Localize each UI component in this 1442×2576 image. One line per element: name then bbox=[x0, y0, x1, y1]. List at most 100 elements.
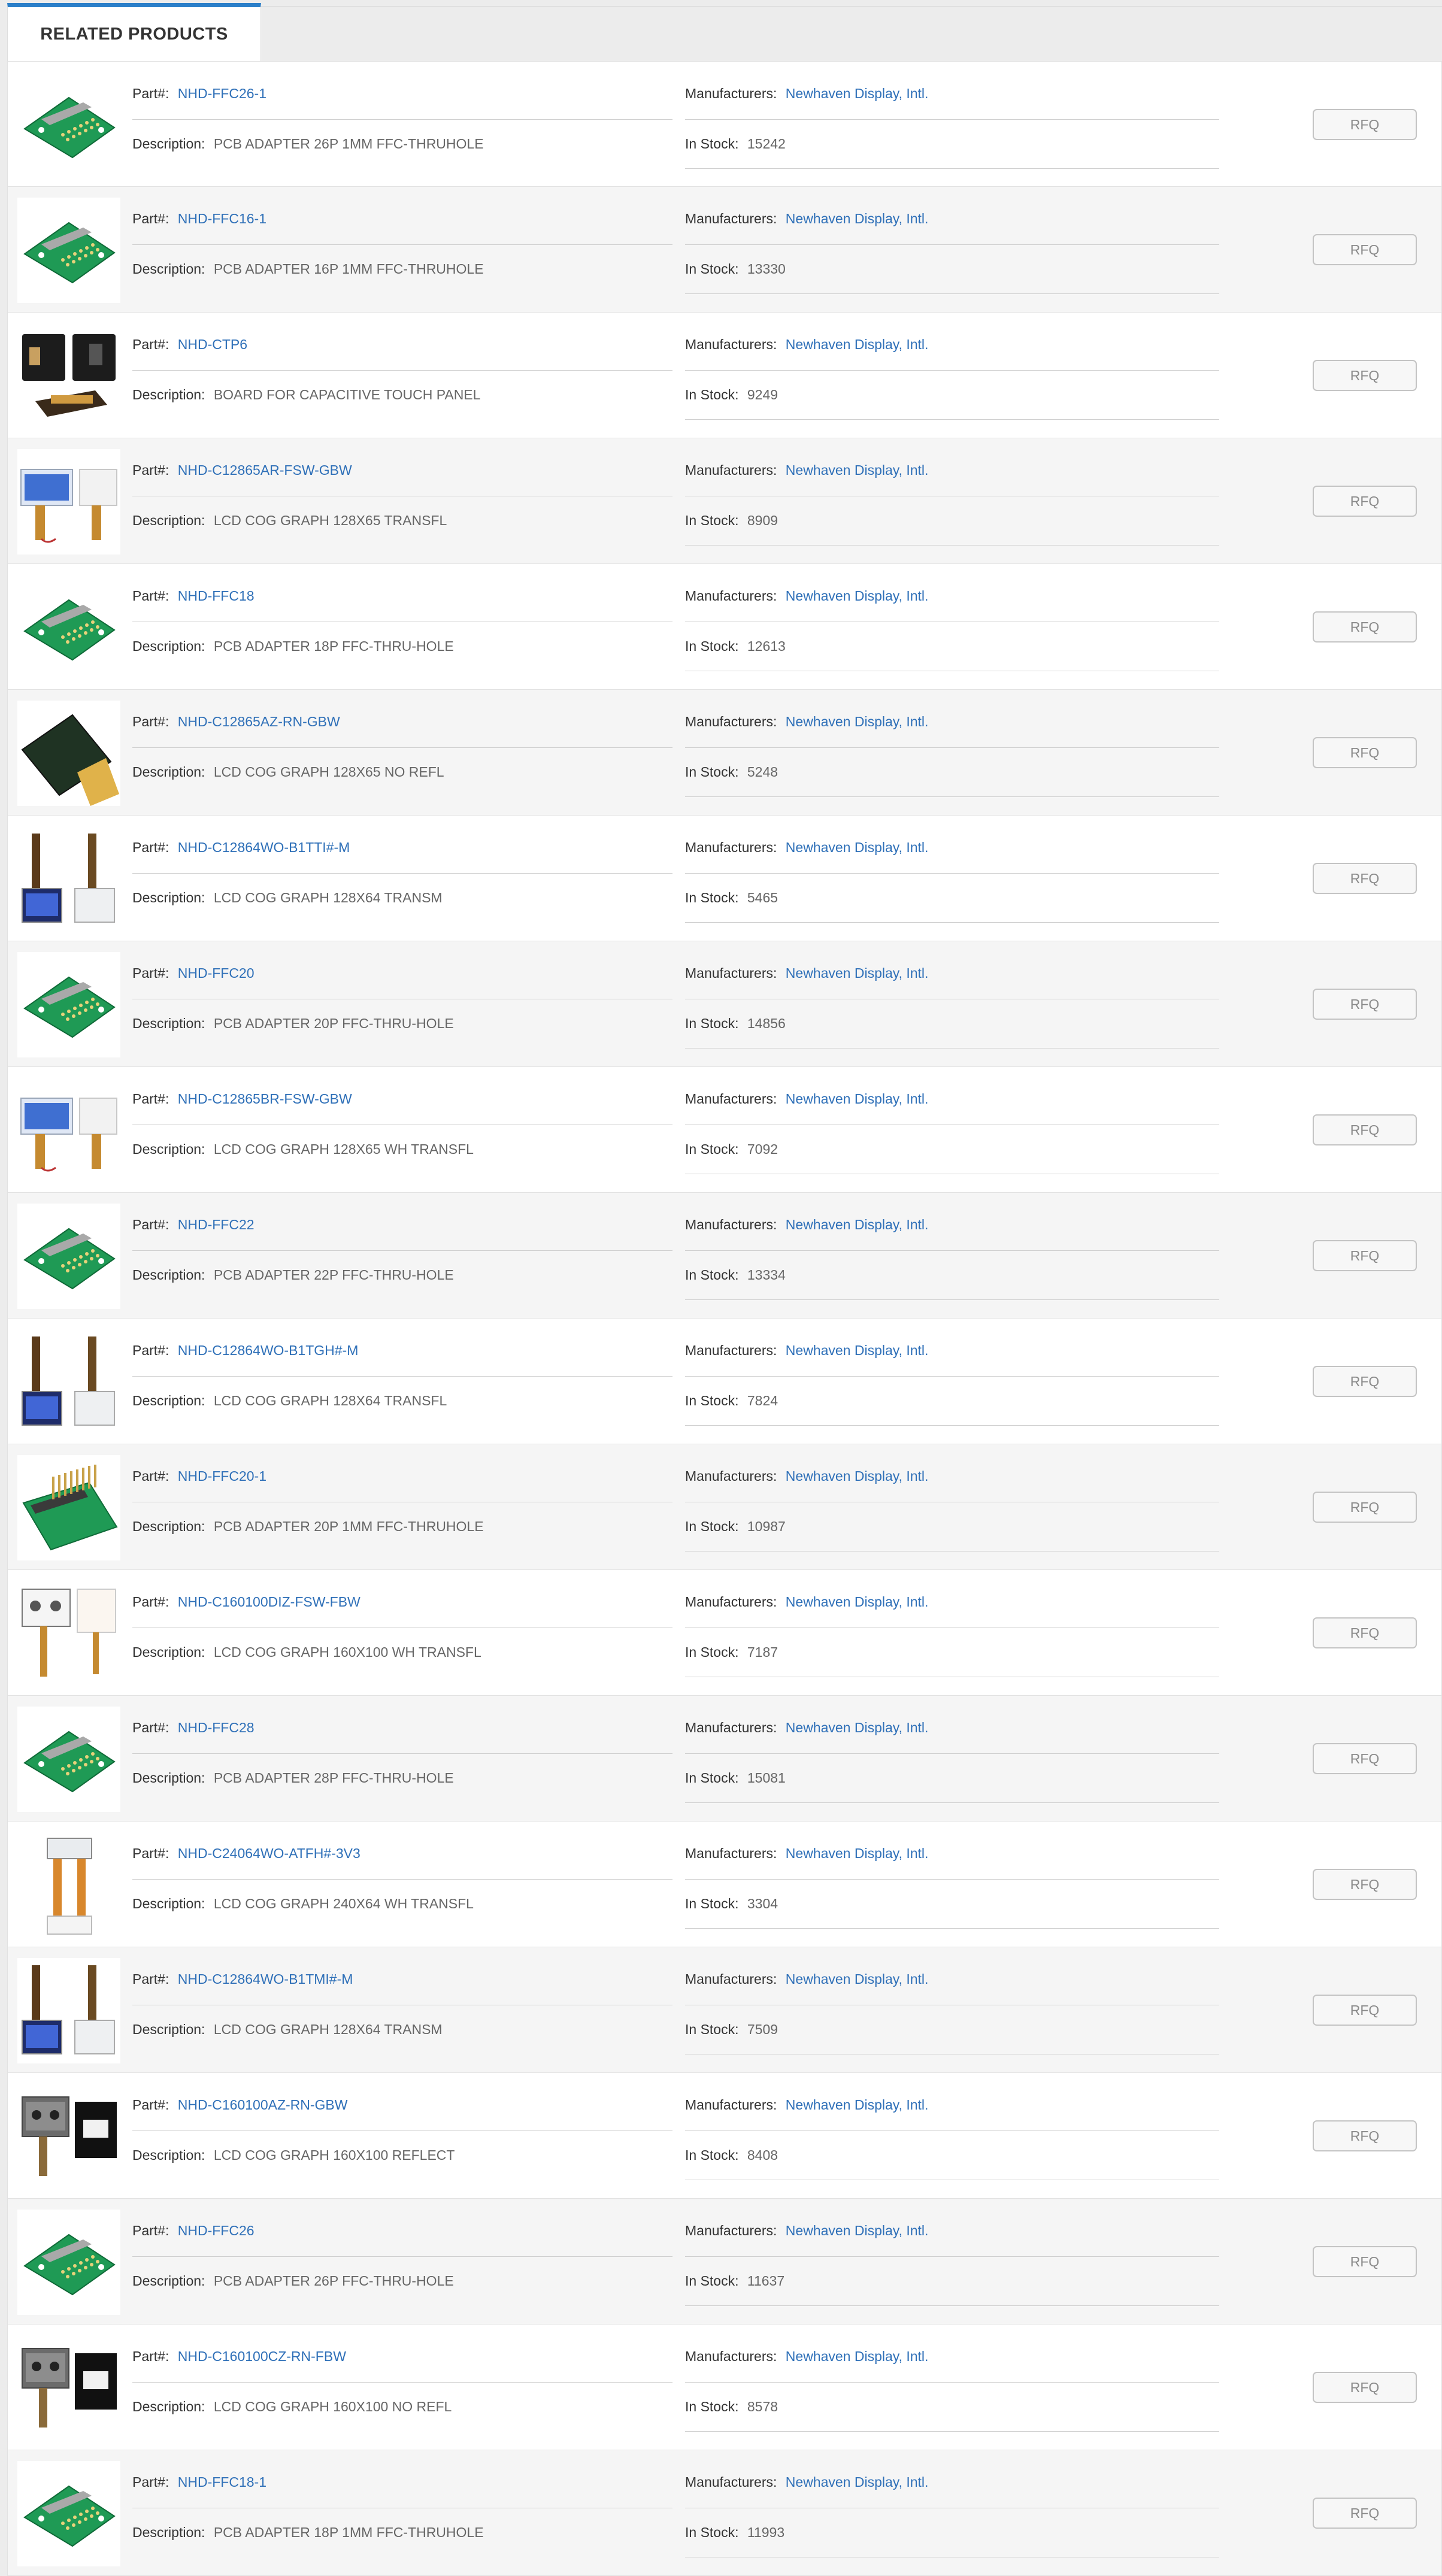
manufacturer-link[interactable]: Newhaven Display, Intl. bbox=[786, 86, 929, 101]
part-number-link[interactable]: NHD-C12865AZ-RN-GBW bbox=[178, 714, 340, 729]
manufacturer-link[interactable]: Newhaven Display, Intl. bbox=[786, 1217, 929, 1232]
product-thumbnail[interactable] bbox=[17, 1958, 120, 2063]
rfq-button[interactable]: RFQ bbox=[1313, 1869, 1417, 1900]
manufacturer-link[interactable]: Newhaven Display, Intl. bbox=[786, 588, 929, 604]
rfq-button[interactable]: RFQ bbox=[1313, 1114, 1417, 1145]
manufacturer-link[interactable]: Newhaven Display, Intl. bbox=[786, 2097, 929, 2113]
product-thumbnail[interactable] bbox=[17, 1707, 120, 1812]
part-field: Part#: NHD-C24064WO-ATFH#-3V3 bbox=[132, 1845, 360, 1862]
rfq-button[interactable]: RFQ bbox=[1313, 1366, 1417, 1397]
product-thumbnail[interactable] bbox=[17, 952, 120, 1057]
rfq-button[interactable]: RFQ bbox=[1313, 234, 1417, 265]
rfq-button[interactable]: RFQ bbox=[1313, 611, 1417, 643]
rfq-button[interactable]: RFQ bbox=[1313, 1743, 1417, 1774]
product-thumbnail[interactable] bbox=[17, 72, 120, 178]
part-number-link[interactable]: NHD-FFC18 bbox=[178, 588, 255, 604]
manufacturer-field: Manufacturers: Newhaven Display, Intl. bbox=[685, 211, 928, 227]
rfq-button[interactable]: RFQ bbox=[1313, 1995, 1417, 2026]
product-thumbnail[interactable] bbox=[17, 2461, 120, 2566]
stock-value: 11637 bbox=[747, 2273, 785, 2289]
product-thumbnail[interactable] bbox=[17, 2084, 120, 2189]
description-value: PCB ADAPTER 20P 1MM FFC-THRUHOLE bbox=[213, 1519, 484, 1534]
part-number-link[interactable]: NHD-C12864WO-B1TMI#-M bbox=[178, 1971, 353, 1987]
rfq-button[interactable]: RFQ bbox=[1313, 2372, 1417, 2403]
part-number-link[interactable]: NHD-FFC16-1 bbox=[178, 211, 266, 226]
rfq-button[interactable]: RFQ bbox=[1313, 360, 1417, 391]
manufacturer-link[interactable]: Newhaven Display, Intl. bbox=[786, 1468, 929, 1484]
manufacturer-link[interactable]: Newhaven Display, Intl. bbox=[786, 714, 929, 729]
rfq-button[interactable]: RFQ bbox=[1313, 1617, 1417, 1648]
rfq-button[interactable]: RFQ bbox=[1313, 2246, 1417, 2277]
part-number-link[interactable]: NHD-C160100CZ-RN-FBW bbox=[178, 2348, 346, 2364]
part-number-link[interactable]: NHD-FFC26-1 bbox=[178, 86, 266, 101]
manufacturer-link[interactable]: Newhaven Display, Intl. bbox=[786, 840, 929, 855]
rfq-button[interactable]: RFQ bbox=[1313, 1492, 1417, 1523]
manufacturer-link[interactable]: Newhaven Display, Intl. bbox=[786, 337, 929, 352]
product-thumbnail[interactable] bbox=[17, 198, 120, 303]
stock-label: In Stock: bbox=[685, 2399, 739, 2414]
rfq-button[interactable]: RFQ bbox=[1313, 486, 1417, 517]
rfq-button[interactable]: RFQ bbox=[1313, 2498, 1417, 2529]
product-thumbnail[interactable] bbox=[17, 826, 120, 932]
product-thumbnail[interactable] bbox=[17, 701, 120, 806]
manufacturer-link[interactable]: Newhaven Display, Intl. bbox=[786, 1091, 929, 1107]
manufacturer-link[interactable]: Newhaven Display, Intl. bbox=[786, 211, 929, 226]
part-number-link[interactable]: NHD-C160100AZ-RN-GBW bbox=[178, 2097, 348, 2113]
description-label: Description: bbox=[132, 1519, 205, 1534]
product-thumbnail[interactable] bbox=[17, 323, 120, 429]
product-thumbnail[interactable] bbox=[17, 449, 120, 554]
manufacturer-link[interactable]: Newhaven Display, Intl. bbox=[786, 2474, 929, 2490]
manufacturer-link[interactable]: Newhaven Display, Intl. bbox=[786, 965, 929, 981]
manufacturer-link[interactable]: Newhaven Display, Intl. bbox=[786, 2223, 929, 2238]
product-thumbnail[interactable] bbox=[17, 1204, 120, 1309]
part-number-link[interactable]: NHD-FFC26 bbox=[178, 2223, 255, 2238]
stock-field: In Stock: 15081 bbox=[685, 1770, 786, 1786]
description-label: Description: bbox=[132, 1141, 205, 1157]
description-field: Description: PCB ADAPTER 26P 1MM FFC-THR… bbox=[132, 136, 484, 152]
manufacturer-field: Manufacturers: Newhaven Display, Intl. bbox=[685, 1468, 928, 1484]
product-thumbnail[interactable] bbox=[17, 1329, 120, 1435]
rfq-button[interactable]: RFQ bbox=[1313, 1240, 1417, 1271]
part-number-link[interactable]: NHD-C160100DIZ-FSW-FBW bbox=[178, 1594, 360, 1610]
part-number-link[interactable]: NHD-C12864WO-B1TGH#-M bbox=[178, 1342, 359, 1358]
part-number-link[interactable]: NHD-C12864WO-B1TTI#-M bbox=[178, 840, 350, 855]
manufacturer-link[interactable]: Newhaven Display, Intl. bbox=[786, 1720, 929, 1735]
part-number-link[interactable]: NHD-C12865BR-FSW-GBW bbox=[178, 1091, 352, 1107]
manufacturer-field: Manufacturers: Newhaven Display, Intl. bbox=[685, 1845, 928, 1862]
part-number-link[interactable]: NHD-C24064WO-ATFH#-3V3 bbox=[178, 1845, 360, 1861]
manufacturer-link[interactable]: Newhaven Display, Intl. bbox=[786, 2348, 929, 2364]
part-number-link[interactable]: NHD-C12865AR-FSW-GBW bbox=[178, 462, 352, 478]
part-field: Part#: NHD-FFC26-1 bbox=[132, 86, 266, 102]
product-thumbnail[interactable] bbox=[17, 2335, 120, 2441]
row-divider bbox=[685, 1753, 1219, 1754]
tab-related-products[interactable]: RELATED PRODUCTS bbox=[7, 3, 261, 61]
manufacturer-link[interactable]: Newhaven Display, Intl. bbox=[786, 1971, 929, 1987]
stock-field: In Stock: 8578 bbox=[685, 2399, 778, 2415]
part-number-link[interactable]: NHD-FFC20 bbox=[178, 965, 255, 981]
product-thumbnail[interactable] bbox=[17, 1832, 120, 1938]
product-thumbnail[interactable] bbox=[17, 575, 120, 680]
rfq-button[interactable]: RFQ bbox=[1313, 109, 1417, 140]
part-field: Part#: NHD-CTP6 bbox=[132, 337, 247, 353]
part-field: Part#: NHD-FFC18-1 bbox=[132, 2474, 266, 2490]
manufacturer-link[interactable]: Newhaven Display, Intl. bbox=[786, 1342, 929, 1358]
part-number-link[interactable]: NHD-FFC18-1 bbox=[178, 2474, 266, 2490]
product-thumbnail[interactable] bbox=[17, 1455, 120, 1560]
rfq-button[interactable]: RFQ bbox=[1313, 737, 1417, 768]
stock-value: 3304 bbox=[747, 1896, 778, 1911]
product-thumbnail[interactable] bbox=[17, 2210, 120, 2315]
part-number-link[interactable]: NHD-CTP6 bbox=[178, 337, 247, 352]
part-number-link[interactable]: NHD-FFC28 bbox=[178, 1720, 255, 1735]
part-number-link[interactable]: NHD-FFC20-1 bbox=[178, 1468, 266, 1484]
rfq-button[interactable]: RFQ bbox=[1313, 863, 1417, 894]
manufacturer-link[interactable]: Newhaven Display, Intl. bbox=[786, 1845, 929, 1861]
product-thumbnail[interactable] bbox=[17, 1078, 120, 1183]
part-number-link[interactable]: NHD-FFC22 bbox=[178, 1217, 255, 1232]
manufacturer-link[interactable]: Newhaven Display, Intl. bbox=[786, 1594, 929, 1610]
rfq-button[interactable]: RFQ bbox=[1313, 2120, 1417, 2151]
stock-label: In Stock: bbox=[685, 2147, 739, 2163]
rfq-button[interactable]: RFQ bbox=[1313, 989, 1417, 1020]
manufacturer-link[interactable]: Newhaven Display, Intl. bbox=[786, 462, 929, 478]
product-thumbnail[interactable] bbox=[17, 1581, 120, 1686]
stock-field: In Stock: 5465 bbox=[685, 890, 778, 906]
